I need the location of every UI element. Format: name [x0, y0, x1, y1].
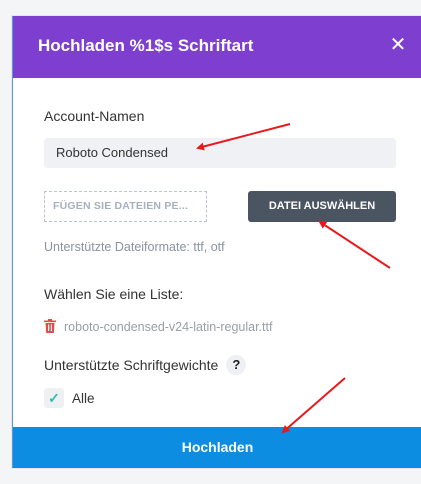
screenshot-frame: Hochladen %1$s Schriftart ✕ Account-Name… [0, 0, 421, 484]
weight-option-label: Alle [72, 391, 95, 406]
list-label: Wählen Sie eine Liste: [44, 286, 184, 302]
file-name: roboto-condensed-v24-latin-regular.ttf [64, 320, 273, 334]
checkmark-icon[interactable]: ✓ [44, 388, 64, 408]
weights-label: Unterstützte Schriftgewichte [44, 357, 219, 373]
upload-button[interactable]: Hochladen [13, 427, 421, 468]
upload-font-dialog: Hochladen %1$s Schriftart ✕ Account-Name… [12, 16, 421, 468]
close-icon[interactable]: ✕ [386, 32, 410, 58]
account-name-label: Account-Namen [44, 108, 145, 124]
trash-icon[interactable] [44, 319, 56, 333]
weights-row: Unterstützte Schriftgewichte? [44, 355, 247, 375]
weight-option-all[interactable]: ✓ Alle [44, 388, 95, 408]
dialog-header: Hochladen %1$s Schriftart ✕ [13, 16, 421, 78]
account-name-input[interactable]: Roboto Condensed [44, 138, 396, 168]
file-dropzone[interactable]: FÜGEN SIE DATEIEN PE... [44, 191, 207, 222]
dialog-title: Hochladen %1$s Schriftart [38, 36, 254, 55]
supported-formats-hint: Unterstützte Dateiformate: ttf, otf [44, 240, 225, 254]
uploaded-file-row: roboto-condensed-v24-latin-regular.ttf [44, 318, 272, 336]
choose-file-button[interactable]: DATEI AUSWÄHLEN [248, 191, 396, 222]
help-icon[interactable]: ? [226, 355, 247, 375]
